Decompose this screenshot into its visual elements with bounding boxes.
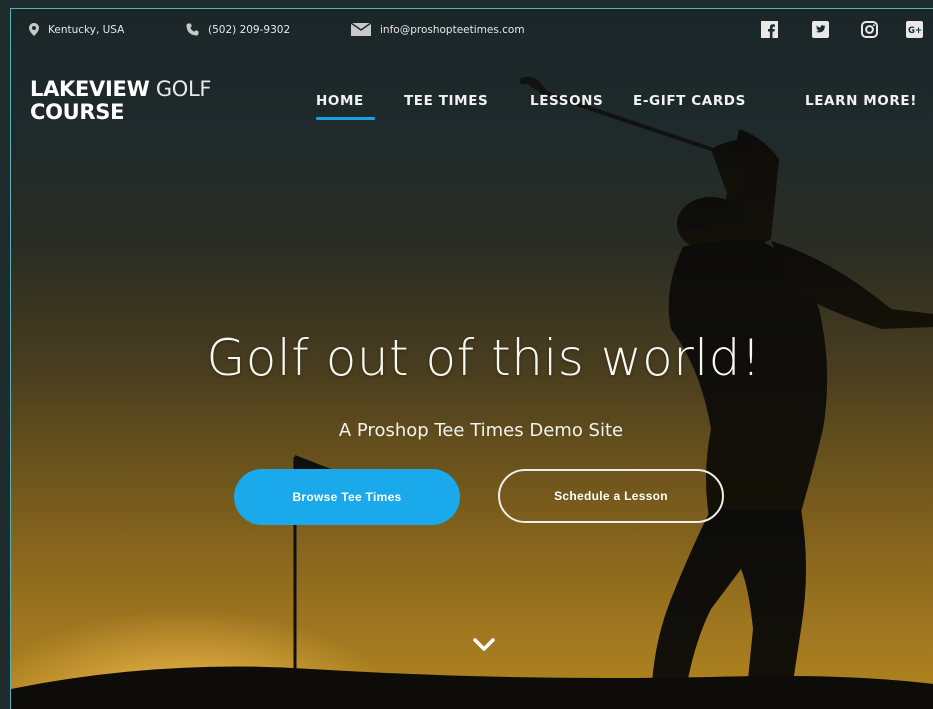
hero-title: Golf out of this world! [206, 329, 762, 387]
location-text: Kentucky, USA [48, 23, 125, 36]
hero-frame: Kentucky, USA (502) 209-9302 info@prosho… [10, 8, 933, 709]
instagram-icon[interactable] [861, 21, 878, 38]
chevron-down-icon[interactable] [472, 637, 496, 653]
map-pin-icon [29, 23, 39, 36]
facebook-icon[interactable] [761, 21, 778, 38]
google-plus-icon[interactable]: G+ [906, 21, 923, 38]
logo-light: GOLF [155, 77, 212, 101]
nav-learn-more[interactable]: LEARN MORE! [805, 93, 917, 109]
twitter-icon[interactable] [812, 21, 829, 38]
location-item: Kentucky, USA [29, 23, 124, 36]
schedule-lesson-button[interactable]: Schedule a Lesson [498, 469, 724, 523]
logo-bold: LAKEVIEW [30, 77, 150, 101]
browse-tee-times-button[interactable]: Browse Tee Times [234, 469, 460, 525]
nav-lessons[interactable]: LESSONS [530, 93, 603, 109]
nav-active-underline [316, 117, 375, 120]
logo-line2: COURSE [30, 100, 125, 124]
top-info-bar: Kentucky, USA (502) 209-9302 info@prosho… [11, 9, 933, 53]
phone-icon [186, 23, 199, 36]
site-logo[interactable]: LAKEVIEW GOLF COURSE [30, 77, 212, 124]
nav-e-gift-cards[interactable]: E-GIFT CARDS [633, 93, 746, 109]
mail-icon [351, 23, 371, 36]
phone-item[interactable]: (502) 209-9302 [186, 23, 290, 36]
phone-text[interactable]: (502) 209-9302 [208, 24, 290, 36]
nav-home[interactable]: HOME [316, 93, 364, 109]
svg-text:G+: G+ [908, 26, 922, 36]
hero-subtitle: A Proshop Tee Times Demo Site [338, 420, 624, 441]
email-item[interactable]: info@proshopteetimes.com [351, 23, 525, 36]
nav-tee-times[interactable]: TEE TIMES [404, 93, 488, 109]
email-text[interactable]: info@proshopteetimes.com [380, 24, 525, 36]
